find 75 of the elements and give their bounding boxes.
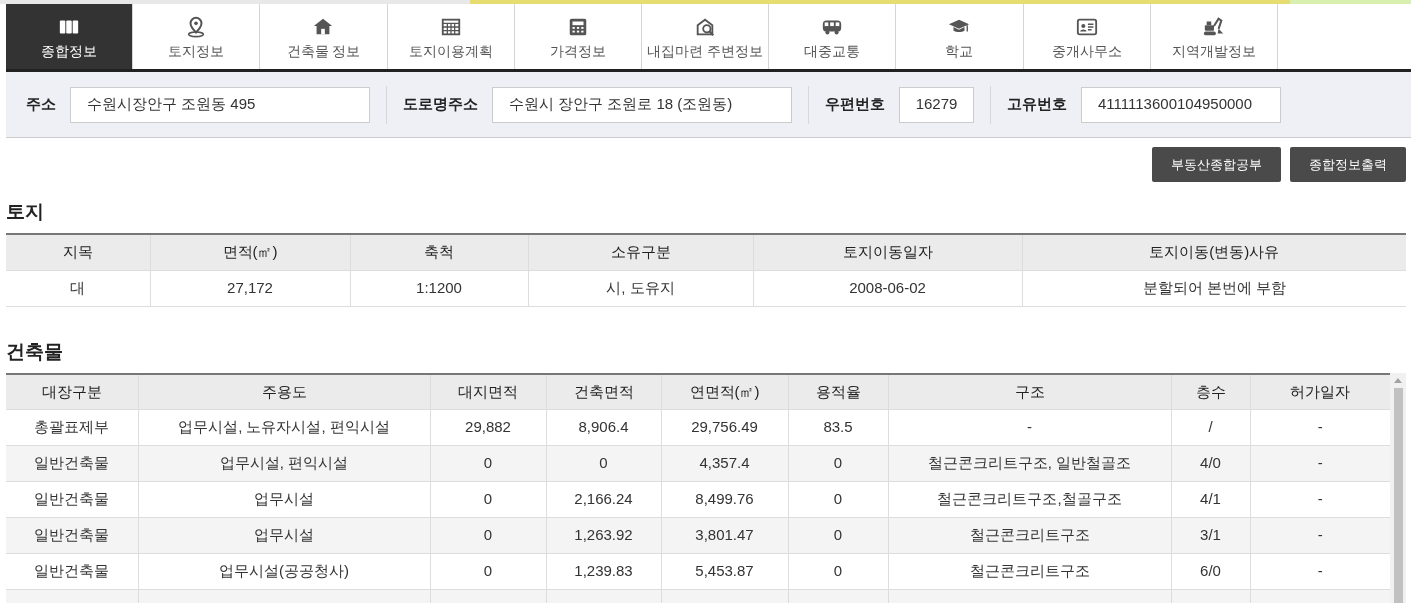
table-cell: 일반건축물 (6, 553, 138, 590)
column-header: 면적(㎡) (150, 234, 350, 270)
table-cell: 업무시설(공공청사) (138, 553, 430, 590)
table-cell: 1:1200 (350, 270, 528, 306)
table-cell: 일반건축물 (6, 445, 138, 482)
table-cell: 분할되어 본번에 부함 (1022, 270, 1406, 306)
table-cell: 0 (788, 481, 888, 518)
table-cell: 5,453.87 (661, 553, 788, 590)
table-cell: 업무시설 (138, 481, 430, 518)
table-cell: 0 (430, 445, 546, 482)
table-cell: 업무시설, 노유자시설, 편익시설 (138, 409, 430, 446)
column-header: 대장구분 (6, 373, 138, 410)
input-field[interactable]: 수원시장안구 조원동 495 (70, 86, 370, 123)
table-cell: 업무시설 (138, 517, 430, 554)
table-cell: 0 (430, 553, 546, 590)
table-cell: 27,172 (150, 270, 350, 306)
column-header: 토지이동일자 (753, 234, 1022, 270)
table-cell: 4,357.4 (661, 445, 788, 482)
table-cell: 8,499.76 (661, 481, 788, 518)
field-label: 우편번호 (825, 94, 885, 115)
section-title: 토지 (6, 202, 45, 221)
table-cell: 3/1 (1171, 517, 1250, 554)
field-label: 도로명주소 (403, 94, 478, 115)
input-field[interactable]: 수원시 장안구 조원로 18 (조원동) (492, 86, 792, 123)
action-button[interactable]: 부동산종합공부 (1152, 147, 1281, 182)
table-cell: 시, 도유지 (528, 270, 753, 306)
section-title: 건축물 (6, 341, 64, 361)
table-cell: - (888, 409, 1171, 446)
table-cell: 8,906.4 (546, 409, 661, 446)
table-cell: 6/0 (1171, 553, 1250, 590)
table-cell: 일반건축물 (6, 481, 138, 518)
table-cell: 0 (788, 553, 888, 590)
column-header: 건축면적 (546, 373, 661, 410)
column-header: 지목 (6, 234, 150, 270)
table-cell: 1,239.83 (546, 553, 661, 590)
table-cell: 철근콘크리트구조,철골구조 (888, 481, 1171, 518)
column-header: 대지면적 (430, 373, 546, 410)
field-label: 고유번호 (1007, 94, 1067, 115)
column-header: 축척 (350, 234, 528, 270)
input-field[interactable]: 4111113600104950000 (1081, 86, 1281, 123)
table-cell: 2008-06-02 (753, 270, 1022, 306)
column-header: 용적율 (788, 373, 888, 410)
column-header: 연면적(㎡) (661, 373, 788, 410)
table-cell: 2,166.24 (546, 481, 661, 518)
table-cell: 0 (546, 445, 661, 482)
table-cell: 일반건축물 (6, 517, 138, 554)
table-cell: 대 (6, 270, 150, 306)
field-label: 주소 (26, 94, 56, 115)
table-cell: 철근콘크리트구조 (888, 517, 1171, 554)
table-cell: 철근콘크리트구조 (888, 553, 1171, 590)
table-cell: 29,756.49 (661, 409, 788, 446)
table-cell: 총괄표제부 (6, 409, 138, 446)
table-cell: 업무시설, 편익시설 (138, 445, 430, 482)
table-cell: 4/1 (1171, 481, 1250, 518)
table-cell: 83.5 (788, 409, 888, 446)
table-cell: 1,263.92 (546, 517, 661, 554)
action-button[interactable]: 종합정보출력 (1290, 147, 1406, 182)
table-cell: 0 (788, 445, 888, 482)
table-cell: 3,801.47 (661, 517, 788, 554)
table-cell: 0 (788, 517, 888, 554)
table-cell: 0 (430, 481, 546, 518)
table-cell: 29,882 (430, 409, 546, 446)
table-cell: 0 (430, 517, 546, 554)
table-cell: 4/0 (1171, 445, 1250, 482)
table-cell: / (1171, 409, 1250, 446)
column-header: 토지이동(변동)사유 (1022, 234, 1406, 270)
tab[interactable]: 종합정보 (6, 4, 134, 69)
column-header: 소유구분 (528, 234, 753, 270)
excavator-icon (1202, 15, 1225, 38)
scrollbar[interactable] (1390, 372, 1406, 603)
input-field[interactable]: 16279 (899, 86, 974, 123)
column-header: 구조 (888, 373, 1171, 410)
column-header: 층수 (1171, 373, 1250, 410)
table-cell: 철근콘크리트구조, 일반철골조 (888, 445, 1171, 482)
column-header: 주용도 (138, 373, 430, 410)
